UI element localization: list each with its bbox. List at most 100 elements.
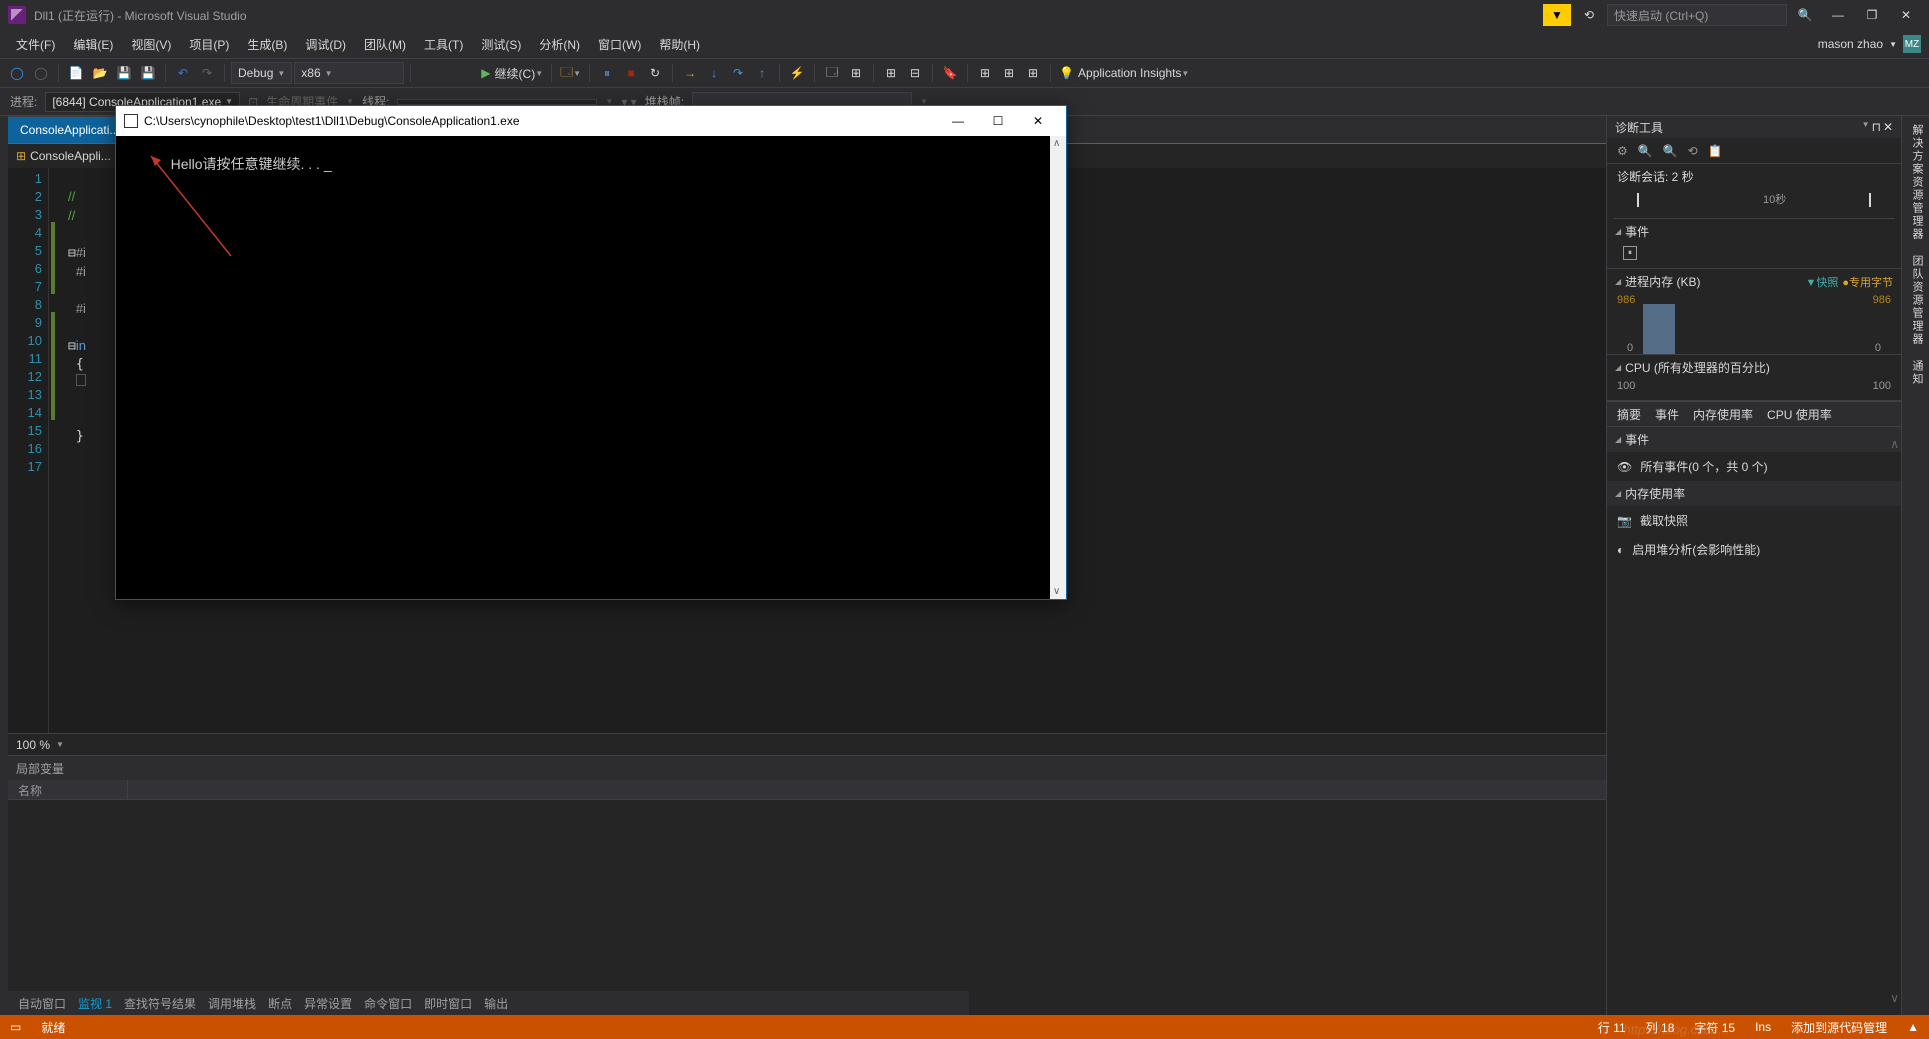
bookmark-icon[interactable]: 🔖 (939, 62, 961, 84)
vs-logo-icon (8, 6, 26, 24)
tb-icon-8[interactable]: ⊞ (1022, 62, 1044, 84)
step-into-button[interactable]: ↓ (703, 62, 725, 84)
new-button[interactable]: 📄 (65, 62, 87, 84)
zoom-level[interactable]: 100 % (16, 738, 50, 752)
tool-tab-immediate[interactable]: 即时窗口 (424, 995, 472, 1012)
tb-icon-2[interactable]: 🗔 (821, 62, 843, 84)
maximize-button[interactable]: ❐ (1857, 4, 1887, 26)
config-dropdown[interactable]: Debug▼ (231, 62, 292, 84)
menu-analyze[interactable]: 分析(N) (531, 32, 588, 57)
diag-events-header[interactable]: 事件 (1607, 219, 1901, 244)
restart-button[interactable]: ↻ (644, 62, 666, 84)
console-titlebar[interactable]: C:\Users\cynophile\Desktop\test1\Dll1\De… (116, 106, 1066, 136)
menu-test[interactable]: 测试(S) (473, 32, 529, 57)
tb-icon-5[interactable]: ⊟ (904, 62, 926, 84)
insights-button[interactable]: 💡 Application Insights ▼ (1057, 62, 1191, 84)
nav-fwd-button[interactable]: ◯ (30, 62, 52, 84)
diag-tab-events[interactable]: 事件 (1655, 406, 1679, 423)
diag-pin-icon[interactable]: ⊓ (1872, 120, 1881, 134)
close-button[interactable]: ✕ (1891, 4, 1921, 26)
status-source-control[interactable]: 添加到源代码管理 (1791, 1019, 1887, 1036)
tool-tab-output[interactable]: 输出 (484, 995, 508, 1012)
tab-active[interactable]: ConsoleApplicati... (8, 116, 131, 143)
pause-events-icon[interactable]: ⏸ (1623, 246, 1637, 260)
save-all-button[interactable]: 💾 (137, 62, 159, 84)
scroll-up-icon[interactable]: ∧ (1890, 437, 1899, 451)
show-next-button[interactable]: → (679, 62, 701, 84)
diag-memory-header[interactable]: 进程内存 (KB) ▼快照 ●专用字节 (1607, 269, 1901, 294)
redo-button[interactable]: ↷ (196, 62, 218, 84)
window-title: Dll1 (正在运行) - Microsoft Visual Studio (34, 7, 247, 24)
diag-tab-summary[interactable]: 摘要 (1617, 406, 1641, 423)
menu-view[interactable]: 视图(V) (123, 32, 179, 57)
step-over-button[interactable]: ↷ (727, 62, 749, 84)
continue-button[interactable]: ▶ 继续(C) ▼ (479, 62, 545, 84)
diag-tab-cpu[interactable]: CPU 使用率 (1767, 406, 1832, 423)
tool-tab-callstack[interactable]: 调用堆栈 (208, 995, 256, 1012)
menu-file[interactable]: 文件(F) (8, 32, 63, 57)
save-button[interactable]: 💾 (113, 62, 135, 84)
console-maximize-button[interactable]: ☐ (978, 107, 1018, 135)
diag-close-icon[interactable]: ✕ (1883, 120, 1893, 134)
menu-window[interactable]: 窗口(W) (590, 32, 649, 57)
tool-tab-command[interactable]: 命令窗口 (364, 995, 412, 1012)
undo-button[interactable]: ↶ (172, 62, 194, 84)
menu-project[interactable]: 项目(P) (181, 32, 237, 57)
console-minimize-button[interactable]: — (938, 107, 978, 135)
diag-tab-memory[interactable]: 内存使用率 (1693, 406, 1753, 423)
tb-icon-3[interactable]: ⊞ (845, 62, 867, 84)
user-area[interactable]: mason zhao ▼ MZ (1818, 35, 1921, 53)
diag-menu-icon[interactable]: ▼ (1862, 120, 1870, 134)
step-out-button[interactable]: ↑ (751, 62, 773, 84)
diag-mem-section: 内存使用率 (1607, 481, 1901, 506)
menu-help[interactable]: 帮助(H) (651, 32, 708, 57)
console-close-button[interactable]: ✕ (1018, 107, 1058, 135)
reset-icon[interactable]: ⟲ (1688, 144, 1698, 158)
menu-edit[interactable]: 编辑(E) (65, 32, 121, 57)
stop-button[interactable]: ■ (620, 62, 642, 84)
tool-tab-auto[interactable]: 自动窗口 (18, 995, 66, 1012)
events-icon: 👁 (1617, 460, 1632, 474)
zoom-out-icon[interactable]: 🔍 (1663, 144, 1678, 158)
tool-tab-findsym[interactable]: 查找符号结果 (124, 995, 196, 1012)
menu-debug[interactable]: 调试(D) (297, 32, 354, 57)
diag-cpu-header[interactable]: CPU (所有处理器的百分比) (1607, 355, 1901, 380)
menu-team[interactable]: 团队(M) (356, 32, 414, 57)
minimize-button[interactable]: — (1823, 4, 1853, 26)
tb-icon-7[interactable]: ⊞ (998, 62, 1020, 84)
scroll-down-icon[interactable]: ∨ (1890, 991, 1899, 1005)
tool-tab-watch[interactable]: 监视 1 (78, 995, 112, 1012)
diag-snapshot-action[interactable]: 📷截取快照 (1607, 506, 1901, 535)
thread-dropdown[interactable] (397, 99, 597, 105)
diag-heap-action[interactable]: ◐启用堆分析(会影响性能) (1607, 535, 1901, 564)
menu-tools[interactable]: 工具(T) (416, 32, 471, 57)
locals-col-name[interactable]: 名称 (8, 780, 128, 799)
locals-header: 局部变量 (8, 756, 969, 780)
open-button[interactable]: 📂 (89, 62, 111, 84)
pause-button[interactable]: ⏸ (596, 62, 618, 84)
nav-scope[interactable]: ConsoleAppli... (30, 149, 111, 163)
tb-icon-1[interactable]: ⚡ (786, 62, 808, 84)
side-tabs[interactable]: 解决方案资源管理器 团队资源管理器 通知 (1901, 116, 1929, 1015)
tool-tab-exceptions[interactable]: 异常设置 (304, 995, 352, 1012)
console-scrollbar[interactable]: ∧ ∨ (1050, 136, 1066, 599)
browser-button[interactable]: 🗔 ▼ (558, 62, 583, 84)
notification-filter-button[interactable]: ▼ (1543, 4, 1571, 26)
tb-icon-6[interactable]: ⊞ (974, 62, 996, 84)
zoom-in-icon[interactable]: 🔍 (1638, 144, 1653, 158)
console-output[interactable]: Hello请按任意键继续. . . _ (116, 136, 1050, 599)
tb-icon-4[interactable]: ⊞ (880, 62, 902, 84)
nav-back-button[interactable]: ◯ (6, 62, 28, 84)
gear-icon[interactable]: ⚙ (1617, 144, 1628, 158)
quick-launch-input[interactable]: 快速启动 (Ctrl+Q) (1607, 4, 1787, 26)
copy-icon[interactable]: 📋 (1708, 144, 1723, 158)
feedback-icon[interactable]: ⟲ (1575, 4, 1603, 26)
status-publish-icon[interactable]: ▲ (1907, 1020, 1919, 1034)
platform-dropdown[interactable]: x86▼ (294, 62, 404, 84)
diag-timeline-ruler[interactable]: 10秒 (1613, 189, 1895, 219)
diag-all-events[interactable]: 👁所有事件(0 个，共 0 个) (1607, 452, 1901, 481)
search-icon[interactable]: 🔍 (1791, 4, 1819, 26)
tool-tab-breakpoints[interactable]: 断点 (268, 995, 292, 1012)
menu-build[interactable]: 生成(B) (239, 32, 295, 57)
user-avatar: MZ (1903, 35, 1921, 53)
